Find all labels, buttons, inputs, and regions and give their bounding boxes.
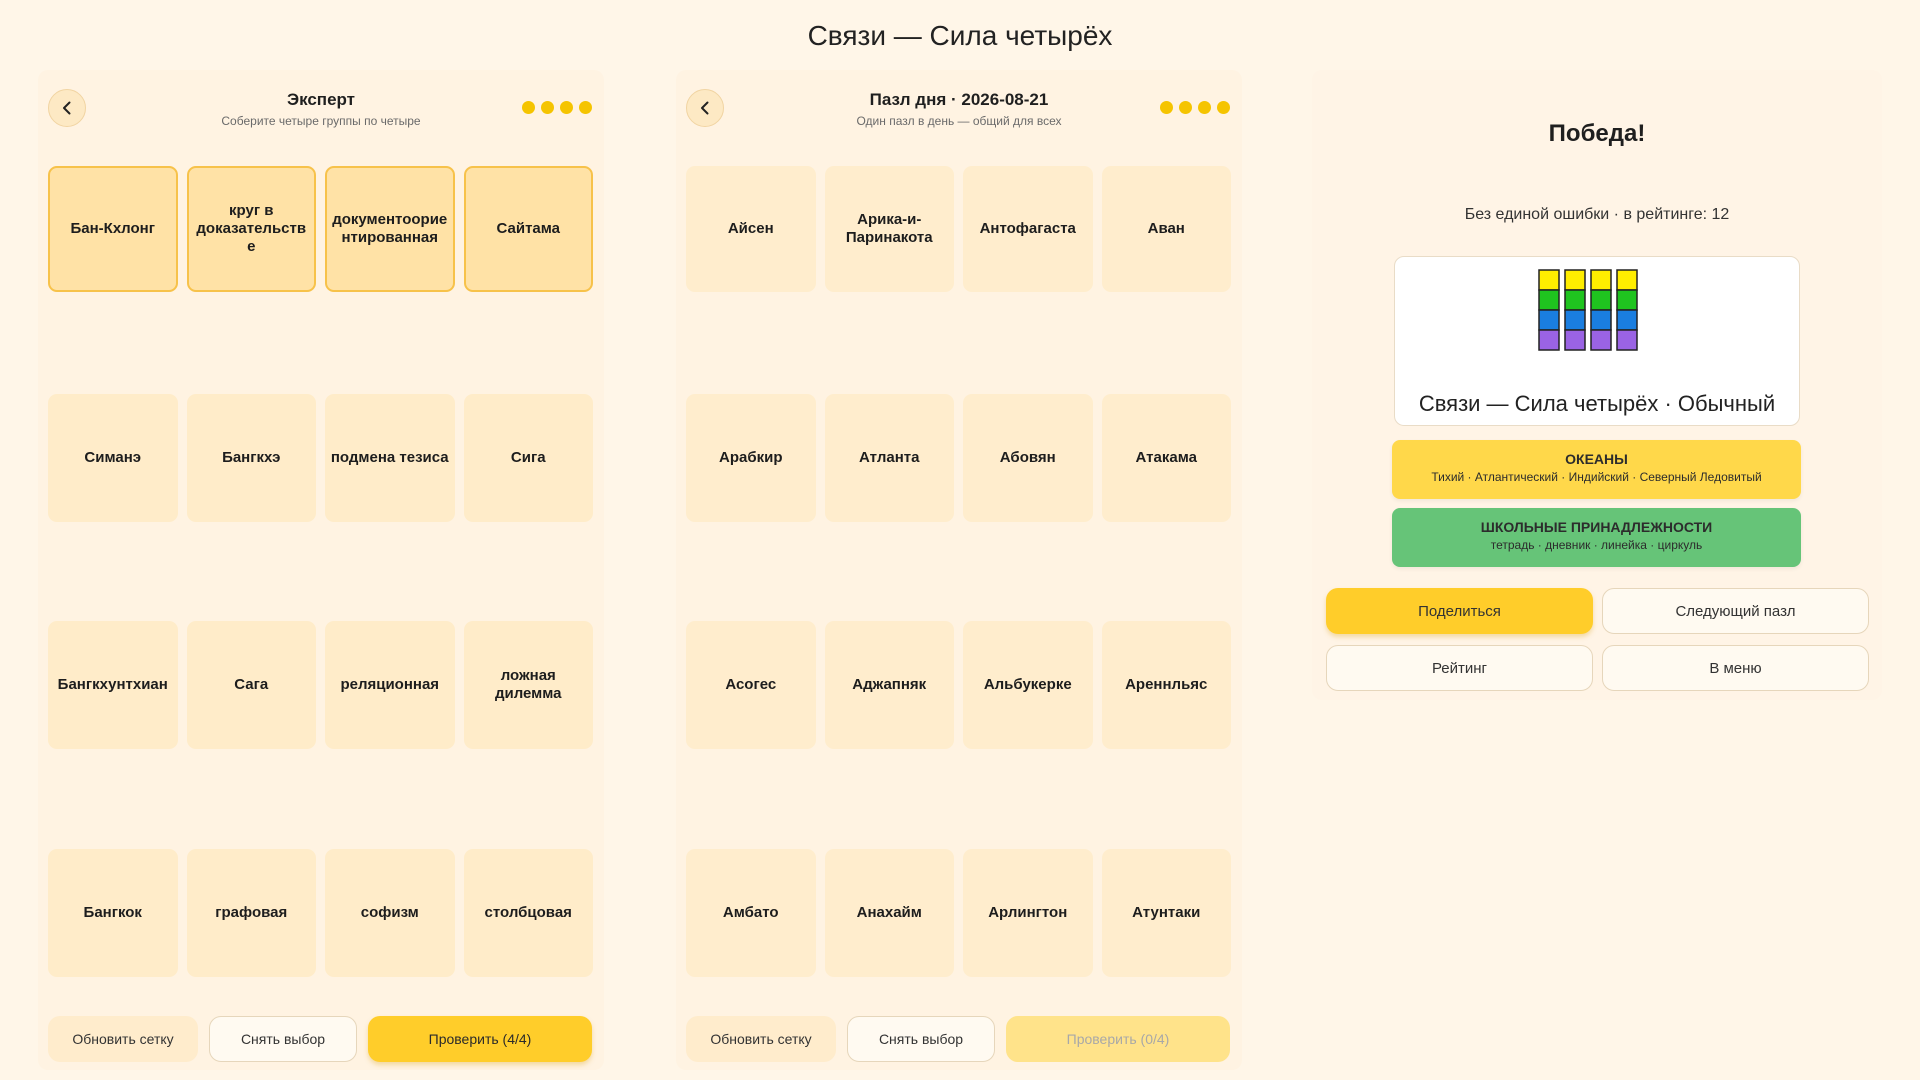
life-dot [1179, 101, 1192, 114]
share-grid-cell [1616, 289, 1638, 311]
word-tile[interactable]: реляционная [325, 621, 455, 749]
expert-panel: Эксперт Соберите четыре группы по четыре… [38, 70, 604, 1070]
refresh-grid-button[interactable]: Обновить сетку [686, 1016, 836, 1062]
word-tile[interactable]: Альбукерке [963, 621, 1093, 749]
share-grid-cell [1564, 329, 1586, 351]
share-card: Связи — Сила четырёх · Обычный [1394, 256, 1800, 426]
menu-button[interactable]: В меню [1602, 645, 1869, 691]
word-grid: Айсен Арика-и-Паринакота Антофагаста Аван Ар… [686, 166, 1231, 996]
clear-selection-button[interactable]: Снять выбор [209, 1016, 357, 1062]
life-dot [522, 101, 535, 114]
life-dot [541, 101, 554, 114]
word-tile[interactable]: Симанэ [48, 393, 178, 522]
expert-header: Эксперт Соберите четыре группы по четыре [38, 70, 604, 150]
word-tile[interactable]: Атунтаки [1101, 848, 1231, 977]
panel-subtitle: Один пазл в день — общий для всех [856, 114, 1062, 128]
group-name: ШКОЛЬНЫЕ ПРИНАДЛЕЖНОСТИ [1480, 519, 1713, 535]
check-button[interactable]: Проверить (0/4) [1006, 1016, 1230, 1062]
share-grid-cell [1564, 309, 1586, 331]
solved-group-card: ШКОЛЬНЫЕ ПРИНАДЛЕЖНОСТИ тетрадь · дневни… [1392, 508, 1801, 567]
word-tile[interactable]: Абовян [963, 393, 1093, 522]
result-panel: Победа! Без единой ошибки · в рейтинге: … [1312, 70, 1882, 700]
word-tile[interactable]: Бангкок [48, 848, 178, 977]
word-tile[interactable]: Амбато [686, 848, 816, 977]
word-tile[interactable]: Бангкхэ [186, 393, 316, 522]
panel-title: Эксперт [286, 90, 356, 109]
life-dot [1198, 101, 1211, 114]
app-title: Связи — Сила четырёх [807, 20, 1113, 51]
share-card-caption: Связи — Сила четырёх · Обычный [1418, 391, 1776, 416]
word-tile[interactable]: Анахайм [824, 848, 954, 977]
share-grid-cell [1564, 289, 1586, 311]
share-grid-cell [1538, 329, 1560, 351]
result-stats: Без единой ошибки · в рейтинге: 12 [1464, 206, 1730, 223]
word-tile[interactable]: Арабкир [686, 393, 816, 522]
word-tile[interactable]: Айсен [686, 166, 816, 292]
share-grid-cell [1538, 289, 1560, 311]
share-result-grid [1538, 269, 1638, 351]
share-button[interactable]: Поделиться [1326, 588, 1593, 634]
share-grid-cell [1590, 309, 1612, 331]
word-tile[interactable]: Бангкхунтхиан [48, 621, 178, 749]
word-tile[interactable]: Бан-Кхлонг [48, 166, 178, 292]
word-tile[interactable]: подмена тезиса [325, 393, 455, 522]
word-tile[interactable]: круг в доказательстве [186, 166, 316, 292]
rating-button[interactable]: Рейтинг [1326, 645, 1593, 691]
share-grid-cell [1616, 269, 1638, 291]
word-tile[interactable]: ложная дилемма [463, 621, 593, 749]
refresh-grid-button[interactable]: Обновить сетку [48, 1016, 198, 1062]
word-tile[interactable]: Аджапняк [824, 621, 954, 749]
share-grid-cell [1616, 309, 1638, 331]
share-grid-cell [1564, 269, 1586, 291]
word-tile[interactable]: Антофагаста [963, 166, 1093, 292]
next-puzzle-button[interactable]: Следующий пазл [1602, 588, 1869, 634]
word-tile[interactable]: софизм [325, 848, 455, 977]
word-tile[interactable]: графовая [186, 848, 316, 977]
life-dot [579, 101, 592, 114]
life-dot [1217, 101, 1230, 114]
word-tile[interactable]: Арлингтон [963, 848, 1093, 977]
solved-group-card: ОКЕАНЫ Тихий · Атлантический · Индийский… [1392, 440, 1801, 499]
life-dot [560, 101, 573, 114]
panel-title: Пазл дня · 2026-08-21 [869, 90, 1049, 109]
life-dot [1160, 101, 1173, 114]
word-tile[interactable]: Арика-и-Паринакота [824, 166, 954, 292]
lives-indicator [522, 101, 592, 114]
share-grid-cell [1616, 329, 1638, 351]
action-bar: Обновить сетку Снять выбор Проверить (0/… [686, 1016, 1231, 1062]
action-bar: Обновить сетку Снять выбор Проверить (4/… [48, 1016, 593, 1062]
word-grid: Бан-Кхлонг круг в доказательстве документо… [48, 166, 593, 996]
word-tile[interactable]: Ареннльяс [1101, 621, 1231, 749]
word-tile[interactable]: Аван [1101, 166, 1231, 292]
word-tile[interactable]: Асогес [686, 621, 816, 749]
word-tile[interactable]: Сайтама [463, 166, 593, 292]
lives-indicator [1160, 101, 1230, 114]
result-title: Победа! [1548, 120, 1646, 147]
group-name: ОКЕАНЫ [1565, 451, 1628, 467]
share-grid-cell [1590, 289, 1612, 311]
daily-panel: Пазл дня · 2026-08-21 Один пазл в день —… [676, 70, 1242, 1070]
word-tile[interactable]: столбцовая [463, 848, 593, 977]
share-grid-cell [1590, 269, 1612, 291]
clear-selection-button[interactable]: Снять выбор [847, 1016, 995, 1062]
word-tile[interactable]: Атланта [824, 393, 954, 522]
word-tile[interactable]: Сага [186, 621, 316, 749]
daily-header: Пазл дня · 2026-08-21 Один пазл в день —… [676, 70, 1242, 150]
panel-subtitle: Соберите четыре группы по четыре [221, 114, 421, 128]
group-words: Тихий · Атлантический · Индийский · Севе… [1431, 470, 1762, 484]
word-tile[interactable]: Сига [463, 393, 593, 522]
check-button[interactable]: Проверить (4/4) [368, 1016, 592, 1062]
share-grid-cell [1590, 329, 1612, 351]
group-words: тетрадь · дневник · линейка · циркуль [1490, 538, 1703, 552]
word-tile[interactable]: Атакама [1101, 393, 1231, 522]
share-grid-cell [1538, 269, 1560, 291]
share-grid-cell [1538, 309, 1560, 331]
word-tile[interactable]: документоориентированная [325, 166, 455, 292]
